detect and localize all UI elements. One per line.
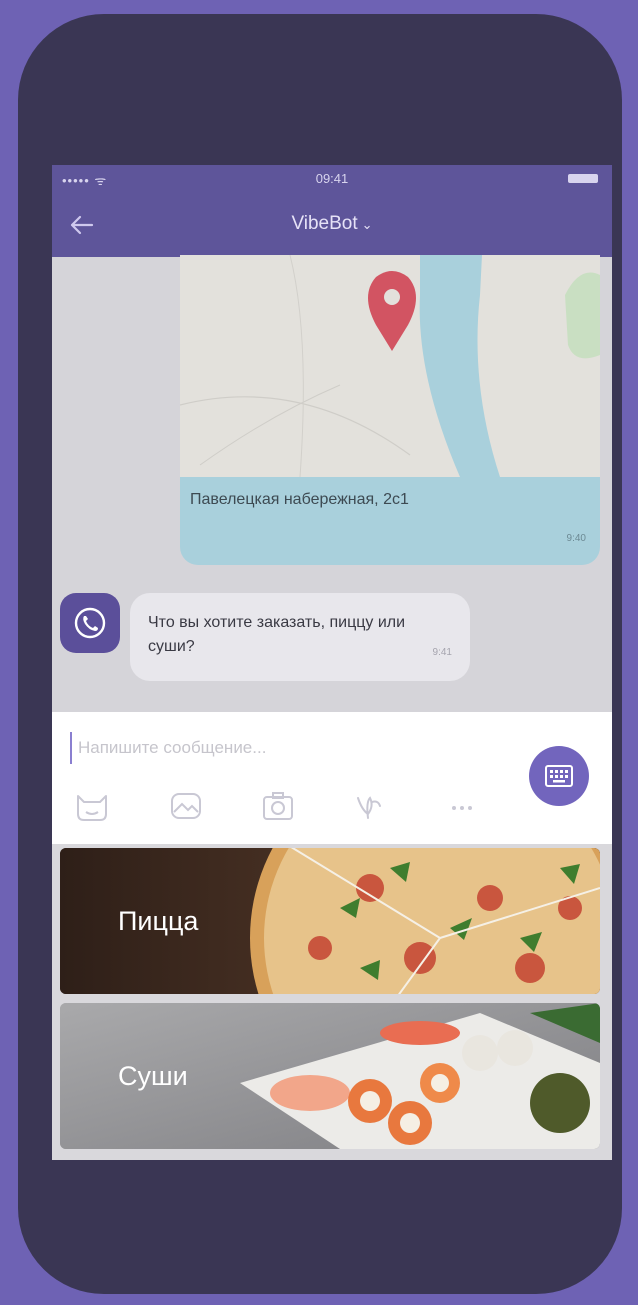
message-input[interactable] <box>70 732 500 764</box>
sushi-label: Суши <box>118 1061 188 1091</box>
message-composer <box>52 712 612 844</box>
status-time: 09:41 <box>315 171 349 186</box>
viber-icon <box>74 607 106 639</box>
gallery-icon[interactable] <box>166 788 206 824</box>
bot-message-text: Что вы хотите заказать, пиццу или суши? <box>148 614 406 655</box>
chat-title-text: VibeBot <box>291 213 358 234</box>
chevron-down-icon: ⌄ <box>361 217 373 232</box>
map-preview[interactable] <box>180 255 600 477</box>
battery-icon <box>568 174 598 183</box>
location-address: Павелецкая набережная, 2с1 <box>190 491 409 508</box>
chat-header: VibeBot ⌄ <box>52 193 612 257</box>
keyboard-icon <box>545 765 573 787</box>
more-icon[interactable] <box>442 788 482 824</box>
keyboard-toggle-button[interactable] <box>529 746 589 806</box>
bot-message[interactable]: Что вы хотите заказать, пиццу или суши? … <box>130 593 470 681</box>
message-time: 9:41 <box>432 647 452 658</box>
message-list[interactable]: Павелецкая набережная, 2с1 9:40 Что вы х… <box>52 255 612 712</box>
doodle-icon[interactable] <box>348 788 388 824</box>
pizza-option-button[interactable]: Пицца <box>60 848 600 994</box>
sushi-option-button[interactable]: Суши <box>60 1003 600 1149</box>
location-message[interactable]: Павелецкая набережная, 2с1 9:40 <box>180 255 600 565</box>
sticker-icon[interactable] <box>72 788 112 824</box>
chat-title[interactable]: VibeBot ⌄ <box>52 213 612 235</box>
message-time: 9:40 <box>566 533 586 544</box>
chat-screen: ••••• ᯤ 09:41 VibeBot ⌄ Павелецкая набер… <box>52 165 612 1160</box>
pizza-label: Пицца <box>118 906 199 936</box>
camera-icon[interactable] <box>258 788 298 824</box>
status-bar: ••••• ᯤ 09:41 <box>52 165 612 193</box>
bot-avatar[interactable] <box>60 593 120 653</box>
